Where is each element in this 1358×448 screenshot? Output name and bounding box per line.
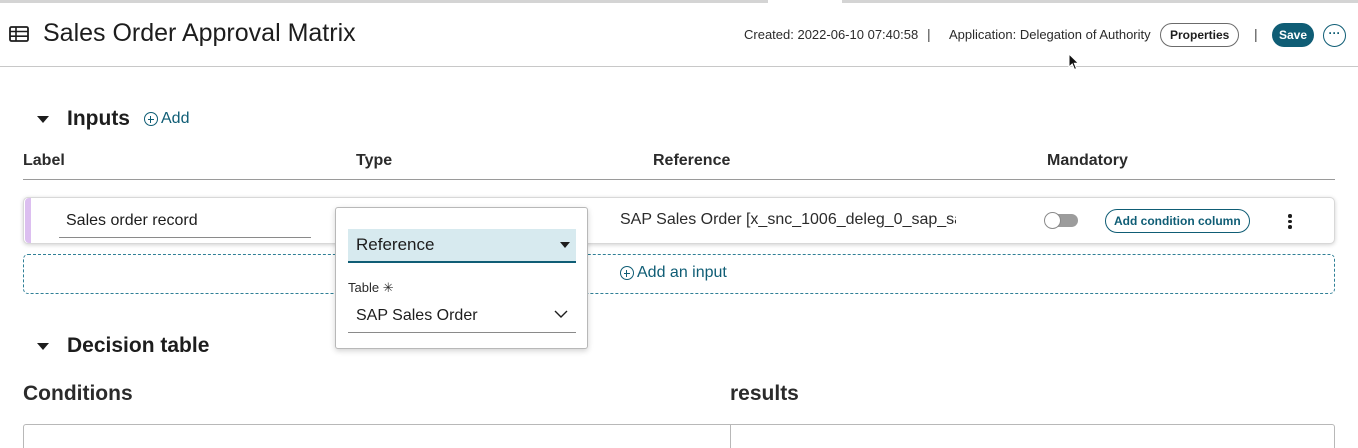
type-popover: Reference Table ✳ SAP Sales Order xyxy=(335,207,588,349)
required-asterisk-icon: ✳ xyxy=(382,280,394,295)
add-circle-icon xyxy=(620,266,634,280)
table-select-value: SAP Sales Order xyxy=(356,307,478,324)
save-button[interactable]: Save xyxy=(1272,23,1314,47)
mandatory-toggle[interactable] xyxy=(1044,212,1078,229)
toggle-knob xyxy=(1044,212,1061,229)
column-header-type: Type xyxy=(356,152,393,169)
header-divider xyxy=(23,179,1335,180)
more-options-button[interactable]: ··· xyxy=(1323,24,1346,47)
table-grid-icon xyxy=(9,26,29,42)
decision-table-grid xyxy=(23,424,1335,448)
chevron-down-icon xyxy=(554,310,568,318)
table-select[interactable]: SAP Sales Order xyxy=(348,304,576,333)
add-an-input-label: Add an input xyxy=(637,264,727,281)
results-heading: results xyxy=(730,382,799,405)
type-select-value: Reference xyxy=(356,235,435,254)
input-label-field[interactable]: Sales order record xyxy=(59,210,311,238)
type-select[interactable]: Reference xyxy=(348,229,576,263)
column-header-label: Label xyxy=(23,152,65,169)
input-reference-value: SAP Sales Order [x_snc_1006_deleg_0_sap_… xyxy=(620,211,956,228)
add-input-link[interactable]: Add xyxy=(144,110,189,128)
dropdown-caret-icon xyxy=(560,242,570,248)
conditions-heading: Conditions xyxy=(23,382,133,405)
row-drag-handle[interactable] xyxy=(25,198,31,243)
properties-button[interactable]: Properties xyxy=(1160,23,1240,47)
add-condition-column-button[interactable]: Add condition column xyxy=(1105,209,1250,233)
header-separator: | xyxy=(1254,26,1258,42)
row-menu-kebab-icon[interactable] xyxy=(1280,211,1300,231)
table-field-label: Table ✳ xyxy=(348,280,394,295)
add-an-input-link[interactable]: Add an input xyxy=(620,264,727,282)
header-separator: | xyxy=(927,26,931,42)
add-label: Add xyxy=(161,110,190,127)
decision-table-divider xyxy=(730,424,731,448)
page-title: Sales Order Approval Matrix xyxy=(43,19,356,47)
collapse-caret-icon[interactable] xyxy=(37,343,49,350)
created-timestamp: Created: 2022-06-10 07:40:58 xyxy=(744,27,919,42)
column-header-reference: Reference xyxy=(653,152,731,169)
inputs-section-title: Inputs xyxy=(67,107,130,130)
page-header: Sales Order Approval Matrix Created: 202… xyxy=(0,3,1358,67)
add-circle-icon xyxy=(144,112,158,126)
mouse-cursor-icon xyxy=(1068,53,1080,71)
decision-table-title: Decision table xyxy=(67,334,210,357)
column-header-mandatory: Mandatory xyxy=(1047,152,1128,169)
application-scope: Application: Delegation of Authority xyxy=(949,27,1151,42)
collapse-caret-icon[interactable] xyxy=(37,116,49,123)
